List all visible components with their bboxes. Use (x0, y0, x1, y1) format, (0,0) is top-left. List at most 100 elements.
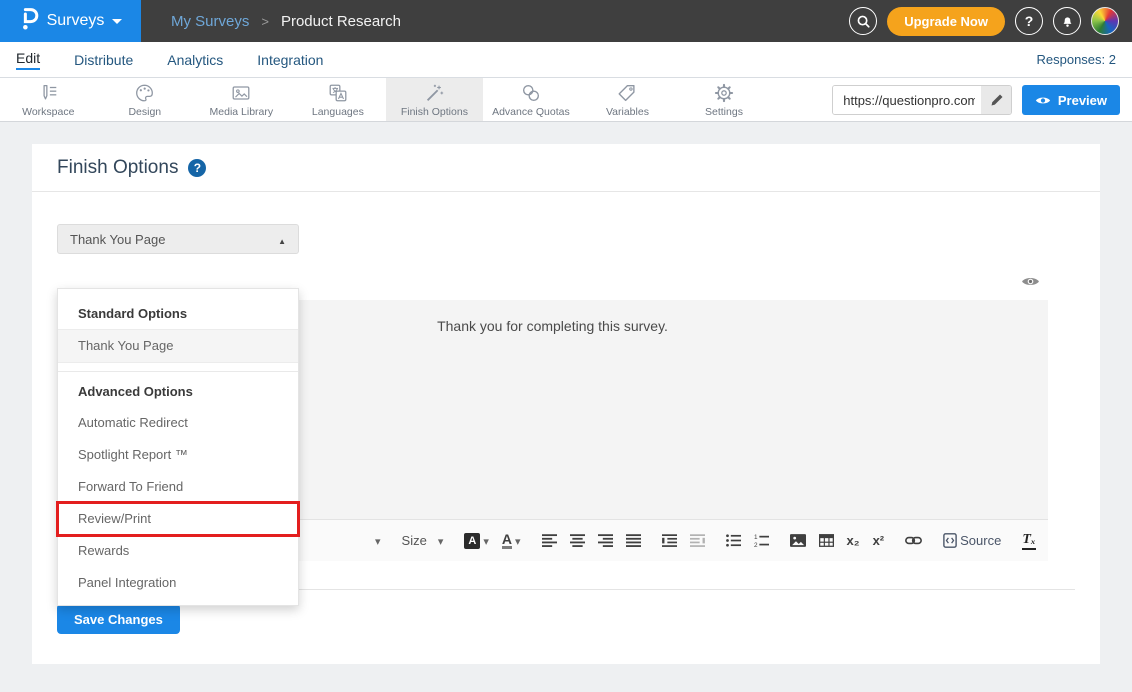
indent-icon (662, 534, 677, 547)
media-library-icon (229, 82, 253, 104)
font-size-dropdown[interactable]: Size (402, 532, 444, 550)
insert-image-button[interactable] (790, 534, 806, 547)
font-dropdown-caret[interactable] (375, 532, 381, 550)
background-color-button[interactable]: A (464, 532, 489, 550)
align-center-button[interactable] (570, 534, 585, 547)
ribbon-item-settings[interactable]: Settings (676, 78, 773, 121)
notifications-button[interactable] (1053, 7, 1081, 35)
question-mark-icon: ? (1025, 13, 1034, 29)
tab-distribute[interactable]: Distribute (74, 42, 133, 78)
link-icon (905, 535, 922, 546)
workspace-icon (37, 82, 60, 104)
languages-icon (326, 82, 350, 104)
card-body: Thank You Page Thank you for completing … (32, 224, 1100, 634)
finish-options-card: Finish Options ? Thank You Page Thank yo… (32, 144, 1100, 664)
advance-quotas-chain-icon (519, 82, 543, 104)
page-title: Finish Options (57, 157, 178, 179)
dropdown-item-thank-you-page[interactable]: Thank You Page (58, 329, 298, 363)
chevron-up-icon (278, 232, 286, 247)
ribbon-item-design[interactable]: Design (97, 78, 194, 121)
ribbon-item-advance-quotas[interactable]: Advance Quotas (483, 78, 580, 121)
dropdown-item-panel-integration[interactable]: Panel Integration (58, 567, 298, 599)
finish-type-dropdown: Standard Options Thank You Page Advanced… (57, 288, 299, 606)
dropdown-item-spotlight-report[interactable]: Spotlight Report ™ (58, 439, 298, 471)
remove-format-button[interactable]: Tₓ (1022, 532, 1035, 550)
dropdown-item-automatic-redirect[interactable]: Automatic Redirect (58, 407, 298, 439)
breadcrumb: My Surveys > Product Research (171, 13, 401, 30)
insert-image-icon (790, 534, 806, 547)
indent-button[interactable] (662, 534, 677, 547)
topbar-actions: Upgrade Now ? (849, 7, 1132, 36)
chevron-down-icon (515, 532, 521, 550)
upgrade-now-button[interactable]: Upgrade Now (887, 7, 1005, 36)
background-color-swatch: A (464, 533, 480, 549)
breadcrumb-my-surveys[interactable]: My Surveys (171, 13, 249, 30)
bulleted-list-icon (726, 534, 741, 547)
search-icon (856, 14, 871, 29)
ribbon-item-variables[interactable]: Variables (579, 78, 676, 121)
insert-link-button[interactable] (905, 535, 922, 546)
bulleted-list-button[interactable] (726, 534, 741, 547)
align-left-button[interactable] (542, 534, 557, 547)
svg-text:2: 2 (754, 542, 758, 547)
ribbon-item-languages[interactable]: Languages (290, 78, 387, 121)
subscript-button[interactable]: x₂ (847, 533, 860, 548)
align-right-icon (598, 534, 613, 547)
svg-text:1: 1 (754, 534, 758, 541)
breadcrumb-current-survey: Product Research (281, 13, 401, 30)
help-button[interactable]: ? (1015, 7, 1043, 35)
visibility-toggle[interactable] (1021, 275, 1040, 293)
preview-button[interactable]: Preview (1022, 85, 1120, 115)
edit-ribbon: Workspace Design Media Library Languages… (0, 78, 1132, 122)
dropdown-item-rewards[interactable]: Rewards (58, 535, 298, 567)
product-name: Surveys (47, 12, 105, 30)
outdent-button[interactable] (690, 534, 705, 547)
chevron-down-icon (483, 532, 489, 550)
ribbon-item-workspace[interactable]: Workspace (0, 78, 97, 121)
numbered-list-icon: 12 (754, 534, 769, 547)
chevron-down-icon (375, 532, 381, 550)
numbered-list-button[interactable]: 12 (754, 534, 769, 547)
survey-url-group (832, 85, 1012, 115)
responses-count[interactable]: Responses: 2 (1037, 52, 1117, 67)
text-color-letter: A (502, 533, 512, 549)
breadcrumb-separator: > (261, 14, 269, 29)
save-changes-button[interactable]: Save Changes (57, 604, 180, 634)
card-header: Finish Options ? (32, 144, 1100, 192)
variables-tag-icon (615, 82, 639, 104)
survey-tabbar: Edit Distribute Analytics Integration Re… (0, 42, 1132, 78)
align-justify-button[interactable] (626, 534, 641, 547)
tab-edit[interactable]: Edit (16, 42, 40, 78)
search-button[interactable] (849, 7, 877, 35)
finish-type-selected-value: Thank You Page (70, 232, 165, 247)
question-circle-icon[interactable]: ? (188, 159, 206, 177)
view-source-button[interactable]: Source (943, 533, 1001, 548)
ribbon-item-finish-options[interactable]: Finish Options (386, 78, 483, 121)
dropdown-item-forward-to-friend[interactable]: Forward To Friend (58, 471, 298, 503)
chevron-down-icon (438, 532, 444, 550)
align-center-icon (570, 534, 585, 547)
design-palette-icon (133, 82, 156, 104)
finish-options-wand-icon (422, 82, 446, 104)
product-switcher[interactable]: Surveys (0, 0, 141, 42)
dropdown-item-review-print[interactable]: Review/Print (58, 503, 298, 535)
finish-type-select[interactable]: Thank You Page (57, 224, 299, 254)
top-header: Surveys My Surveys > Product Research Up… (0, 0, 1132, 42)
tab-analytics[interactable]: Analytics (167, 42, 223, 78)
source-file-icon (943, 533, 957, 548)
bell-icon (1060, 13, 1075, 29)
user-avatar[interactable] (1091, 7, 1119, 35)
eye-icon (1021, 275, 1040, 288)
survey-url-input[interactable] (833, 86, 981, 114)
superscript-button[interactable]: x² (873, 533, 885, 548)
dropdown-divider (58, 371, 298, 372)
insert-table-button[interactable] (819, 534, 834, 547)
ribbon-item-media-library[interactable]: Media Library (193, 78, 290, 121)
edit-url-button[interactable] (981, 86, 1011, 114)
eye-icon (1035, 95, 1051, 106)
text-color-button[interactable]: A (502, 532, 521, 550)
pencil-icon (989, 93, 1004, 108)
align-right-button[interactable] (598, 534, 613, 547)
tab-integration[interactable]: Integration (257, 42, 323, 78)
insert-table-icon (819, 534, 834, 547)
